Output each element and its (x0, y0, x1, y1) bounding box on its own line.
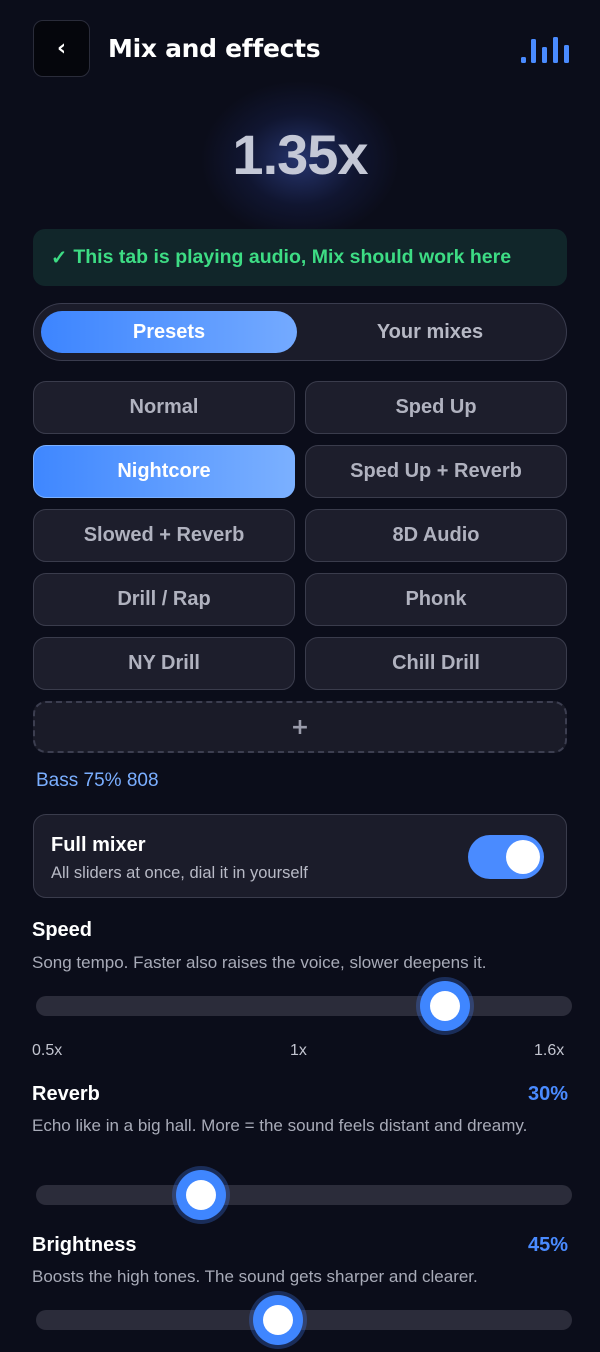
preset-nightcore[interactable]: Nightcore (33, 445, 295, 498)
speed-mid-label: 1x (290, 1042, 307, 1059)
tab-presets[interactable]: Presets (41, 311, 297, 353)
thumb-center (185, 1180, 216, 1210)
brightness-title: Brightness (32, 1234, 137, 1256)
full-mixer-description: All sliders at once, dial it in yourself (51, 864, 308, 882)
mode-tabs: Presets Your mixes (33, 303, 567, 361)
speed-slider-track[interactable] (36, 996, 572, 1016)
brightness-value: 45% (527, 1234, 568, 1256)
page-title: Mix and effects (108, 34, 321, 63)
thumb-ring (419, 981, 470, 1031)
preset-sped-up[interactable]: Sped Up (305, 381, 567, 434)
toggle-knob (506, 840, 540, 874)
reverb-description: Echo like in a big hall. More = the soun… (32, 1116, 528, 1135)
thumb-center (263, 1305, 294, 1335)
preset-slowed-reverb[interactable]: Slowed + Reverb (33, 509, 295, 562)
preset-sped-up-reverb[interactable]: Sped Up + Reverb (305, 445, 567, 498)
preset-drill-rap[interactable]: Drill / Rap (33, 573, 295, 626)
preset-chill-drill[interactable]: Chill Drill (305, 637, 567, 690)
preset-8d-audio[interactable]: 8D Audio (305, 509, 567, 562)
reverb-slider-track[interactable] (36, 1185, 572, 1205)
brightness-slider-thumb[interactable] (249, 1291, 308, 1349)
back-button[interactable]: ‹ (33, 20, 90, 77)
chevron-left-icon: ‹ (56, 36, 67, 61)
preset-normal[interactable]: Normal (33, 381, 295, 434)
brightness-description: Boosts the high tones. The sound gets sh… (32, 1267, 478, 1286)
add-preset-button[interactable]: + (33, 701, 567, 753)
check-icon: ✓ (51, 246, 68, 269)
preset-ny-drill[interactable]: NY Drill (33, 637, 295, 690)
speed-max-label: 1.6x (534, 1042, 565, 1059)
speed-description: Song tempo. Faster also raises the voice… (32, 953, 487, 972)
thumb-ring (253, 1295, 304, 1345)
speed-min-label: 0.5x (32, 1042, 63, 1059)
speed-title: Speed (32, 919, 93, 941)
reverb-value: 30% (527, 1083, 568, 1105)
full-mixer-title: Full mixer (51, 834, 146, 856)
thumb-center (429, 991, 460, 1021)
plus-icon: + (290, 714, 310, 740)
full-mixer-toggle[interactable] (468, 835, 544, 879)
speed-slider-thumb[interactable] (415, 977, 474, 1035)
bass-info: Bass 75% 808 (36, 770, 159, 791)
full-mixer-card: Full mixer All sliders at once, dial it … (33, 814, 567, 898)
reverb-title: Reverb (32, 1083, 100, 1105)
tab-your-mixes[interactable]: Your mixes (302, 311, 558, 353)
reverb-slider-thumb[interactable] (171, 1166, 230, 1224)
status-banner: ✓ This tab is playing audio, Mix should … (33, 229, 567, 286)
thumb-ring (175, 1170, 226, 1220)
speed-readout: 1.35x (232, 123, 368, 186)
status-text: This tab is playing audio, Mix should wo… (73, 246, 512, 268)
equalizer-bars-icon[interactable] (521, 37, 569, 63)
preset-phonk[interactable]: Phonk (305, 573, 567, 626)
